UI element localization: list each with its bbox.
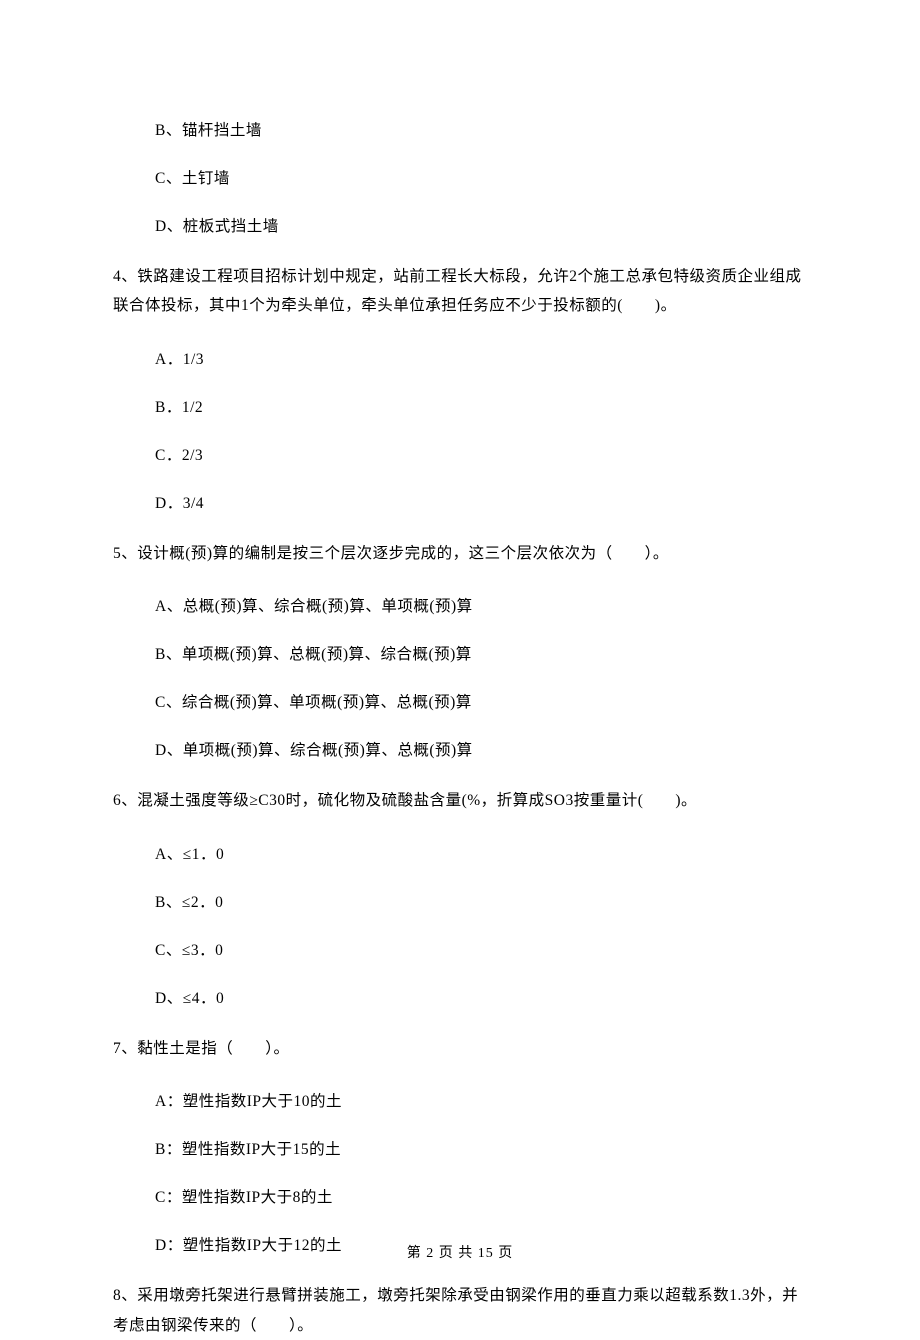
question-6-option-d: D、≤4．0 [155,986,807,1008]
question-7-stem: 7、黏性土是指（ ）。 [113,1034,807,1063]
question-4-option-c: C．2/3 [155,443,807,465]
document-page: B、锚杆挡土墙 C、土钉墙 D、桩板式挡土墙 4、铁路建设工程项目招标计划中规定… [0,0,920,1340]
question-6-stem: 6、混凝土强度等级≥C30时，硫化物及硫酸盐含量(%，折算成SO3按重量计( )… [113,786,807,815]
question-4-stem: 4、铁路建设工程项目招标计划中规定，站前工程长大标段，允许2个施工总承包特级资质… [113,262,807,321]
option-b: B、锚杆挡土墙 [155,118,807,140]
question-5-option-a: A、总概(预)算、综合概(预)算、单项概(预)算 [155,594,807,616]
question-8-stem: 8、采用墩旁托架进行悬臂拼装施工，墩旁托架除承受由钢梁作用的垂直力乘以超载系数1… [113,1281,807,1340]
question-5-option-b: B、单项概(预)算、总概(预)算、综合概(预)算 [155,642,807,664]
question-6-option-b: B、≤2．0 [155,890,807,912]
question-4-option-d: D．3/4 [155,491,807,513]
question-6-option-a: A、≤1．0 [155,842,807,864]
question-6-option-c: C、≤3．0 [155,938,807,960]
question-4-option-a: A．1/3 [155,347,807,369]
question-5-option-c: C、综合概(预)算、单项概(预)算、总概(预)算 [155,690,807,712]
question-7-option-b: B：塑性指数IP大于15的土 [155,1137,807,1159]
question-5-option-d: D、单项概(预)算、综合概(预)算、总概(预)算 [155,738,807,760]
option-d: D、桩板式挡土墙 [155,214,807,236]
page-footer: 第 2 页 共 15 页 [0,1242,920,1262]
option-c: C、土钉墙 [155,166,807,188]
question-7-option-a: A：塑性指数IP大于10的土 [155,1089,807,1111]
question-5-stem: 5、设计概(预)算的编制是按三个层次逐步完成的，这三个层次依次为（ ）。 [113,539,807,568]
question-4-option-b: B．1/2 [155,395,807,417]
question-7-option-c: C：塑性指数IP大于8的土 [155,1185,807,1207]
